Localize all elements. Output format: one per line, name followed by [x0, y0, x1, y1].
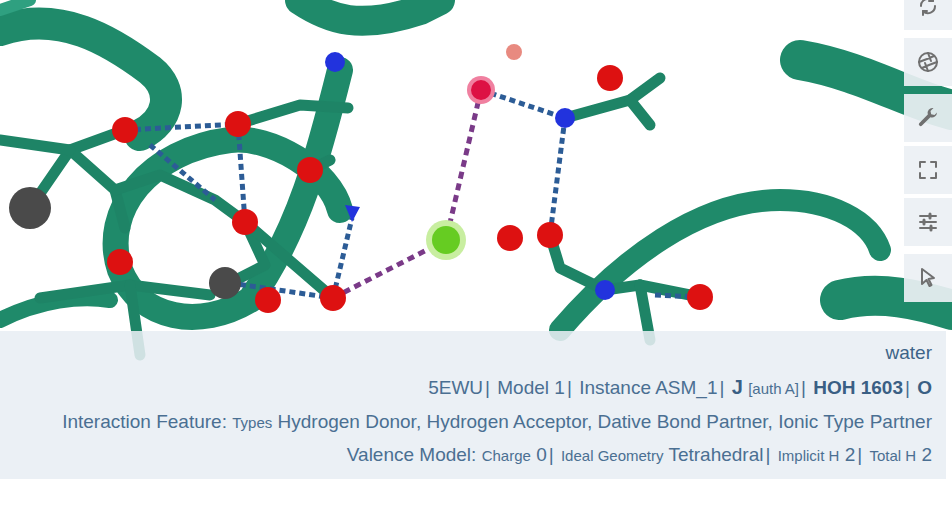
field-value: 2: [921, 444, 932, 465]
expand-icon: [916, 158, 940, 182]
reset-icon: [916, 0, 940, 18]
field-value: 0: [536, 444, 547, 465]
valence-line: Valence Model: Charge 0| Ideal Geometry …: [14, 441, 932, 469]
highlight-info-panel: water 5EWU| Model 1| Instance ASM_1| J […: [0, 331, 946, 479]
sliders-icon: [916, 210, 940, 234]
atoms: [9, 44, 713, 313]
field-label: Ideal Geometry: [561, 447, 664, 464]
location-part: HOH 1603: [813, 377, 903, 398]
auth-label: [auth A]: [748, 380, 799, 397]
toolbar: [904, 0, 952, 302]
separator: |: [857, 444, 862, 465]
location-part: Instance ASM_1: [579, 377, 717, 398]
expand-button[interactable]: [904, 146, 952, 194]
separator: |: [905, 377, 910, 398]
location-line: 5EWU| Model 1| Instance ASM_1| J [auth A…: [14, 373, 932, 402]
separator: |: [765, 444, 770, 465]
separator: |: [801, 377, 806, 398]
ribbons: [0, 0, 952, 330]
interaction-line: Interaction Feature: Types Hydrogen Dono…: [14, 408, 932, 436]
field-label: Implicit H: [778, 447, 840, 464]
chain-label: J: [732, 376, 743, 398]
location-part: 5EWU: [428, 377, 483, 398]
cursor-icon: [916, 266, 940, 290]
reset-button[interactable]: [904, 0, 952, 30]
separator: |: [720, 377, 725, 398]
interactions: [125, 90, 700, 298]
field-value: Tetrahedral: [668, 444, 763, 465]
screenshot-button[interactable]: [904, 38, 952, 86]
field-label: Charge: [482, 447, 531, 464]
separator: |: [549, 444, 554, 465]
separator: |: [567, 377, 572, 398]
field-label: Total H: [869, 447, 916, 464]
molstar-viewer: water 5EWU| Model 1| Instance ASM_1| J […: [0, 0, 952, 523]
location-part: Model 1: [497, 377, 565, 398]
selection-mode-button[interactable]: [904, 254, 952, 302]
controls-button[interactable]: [904, 198, 952, 246]
entity-title: water: [14, 339, 932, 367]
bonds: [0, 78, 700, 355]
wrench-icon: [916, 106, 940, 130]
settings-button[interactable]: [904, 94, 952, 142]
separator: |: [485, 377, 490, 398]
field-value: 2: [845, 444, 856, 465]
aperture-icon: [916, 50, 940, 74]
panel-buttons: [904, 94, 952, 246]
location-part: O: [917, 377, 932, 398]
